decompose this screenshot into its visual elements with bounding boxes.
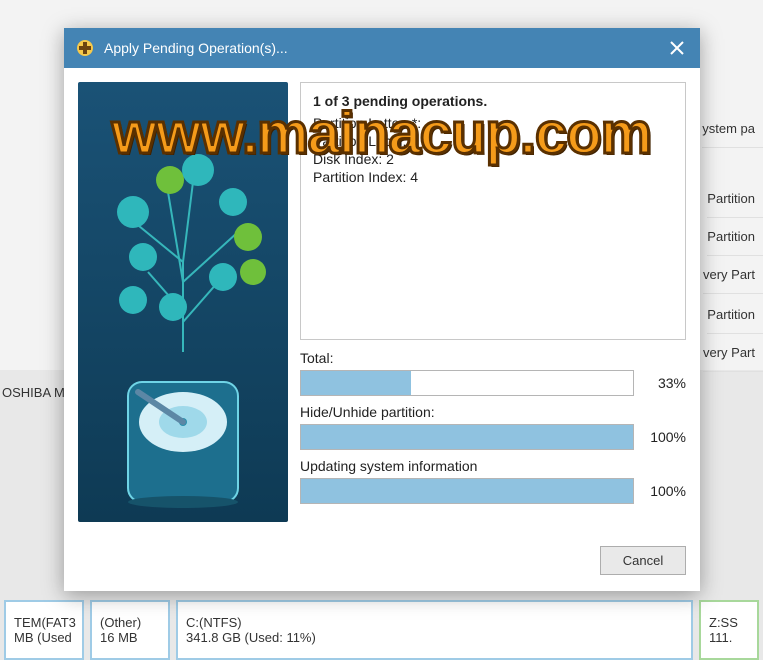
bg-row: Partition <box>707 218 763 256</box>
update-progress-fill <box>301 479 633 503</box>
update-label: Updating system information <box>300 458 686 474</box>
illustration <box>78 82 288 522</box>
apply-operations-dialog: Apply Pending Operation(s)... <box>64 28 700 591</box>
bg-row: Partition <box>707 180 763 218</box>
hide-percent: 100% <box>642 429 686 445</box>
partition-letter-label: Partition Letter: <box>313 115 408 131</box>
total-progress-fill <box>301 371 411 395</box>
titlebar: Apply Pending Operation(s)... <box>64 28 700 68</box>
part-size: MB (Used <box>14 630 74 645</box>
hide-progress-fill <box>301 425 633 449</box>
bg-row: Partition <box>707 296 763 334</box>
disk-index-value: 2 <box>386 151 394 167</box>
operation-heading: 1 of 3 pending operations. <box>313 93 673 109</box>
bg-row: very Part <box>703 334 763 372</box>
partition-box[interactable]: C:(NTFS) 341.8 GB (Used: 11%) <box>176 600 693 660</box>
update-progress <box>300 478 634 504</box>
disk-index-label: Disk Index: <box>313 151 382 167</box>
close-button[interactable] <box>662 33 692 63</box>
part-size: 111. <box>709 630 749 645</box>
part-size: 341.8 GB (Used: 11%) <box>186 630 683 645</box>
update-percent: 100% <box>642 483 686 499</box>
hide-progress <box>300 424 634 450</box>
part-name: TEM(FAT3 <box>14 615 74 630</box>
cancel-button[interactable]: Cancel <box>600 546 686 575</box>
partition-box[interactable]: Z:SS 111. <box>699 600 759 660</box>
hide-label: Hide/Unhide partition: <box>300 404 686 420</box>
partition-index-value: 4 <box>410 169 418 185</box>
part-size: 16 MB <box>100 630 160 645</box>
partition-box[interactable]: (Other) 16 MB <box>90 600 170 660</box>
total-label: Total: <box>300 350 686 366</box>
partition-index-label: Partition Index: <box>313 169 406 185</box>
part-name: Z:SS <box>709 615 749 630</box>
disk-label: OSHIBA M <box>0 385 65 400</box>
total-progress <box>300 370 634 396</box>
part-name: (Other) <box>100 615 160 630</box>
close-icon <box>670 41 684 55</box>
partition-label-label: Partition Label: <box>313 133 406 149</box>
total-percent: 33% <box>642 375 686 391</box>
bg-row: very Part <box>703 256 763 294</box>
bg-row: ystem pa <box>702 110 763 148</box>
partition-strip: TEM(FAT3 MB (Used (Other) 16 MB C:(NTFS)… <box>0 600 763 660</box>
part-name: C:(NTFS) <box>186 615 683 630</box>
partition-letter-value: *: <box>412 115 421 131</box>
dialog-title: Apply Pending Operation(s)... <box>104 40 662 56</box>
app-icon <box>74 37 96 59</box>
partition-box[interactable]: TEM(FAT3 MB (Used <box>4 600 84 660</box>
operation-info: 1 of 3 pending operations. Partition Let… <box>300 82 686 340</box>
